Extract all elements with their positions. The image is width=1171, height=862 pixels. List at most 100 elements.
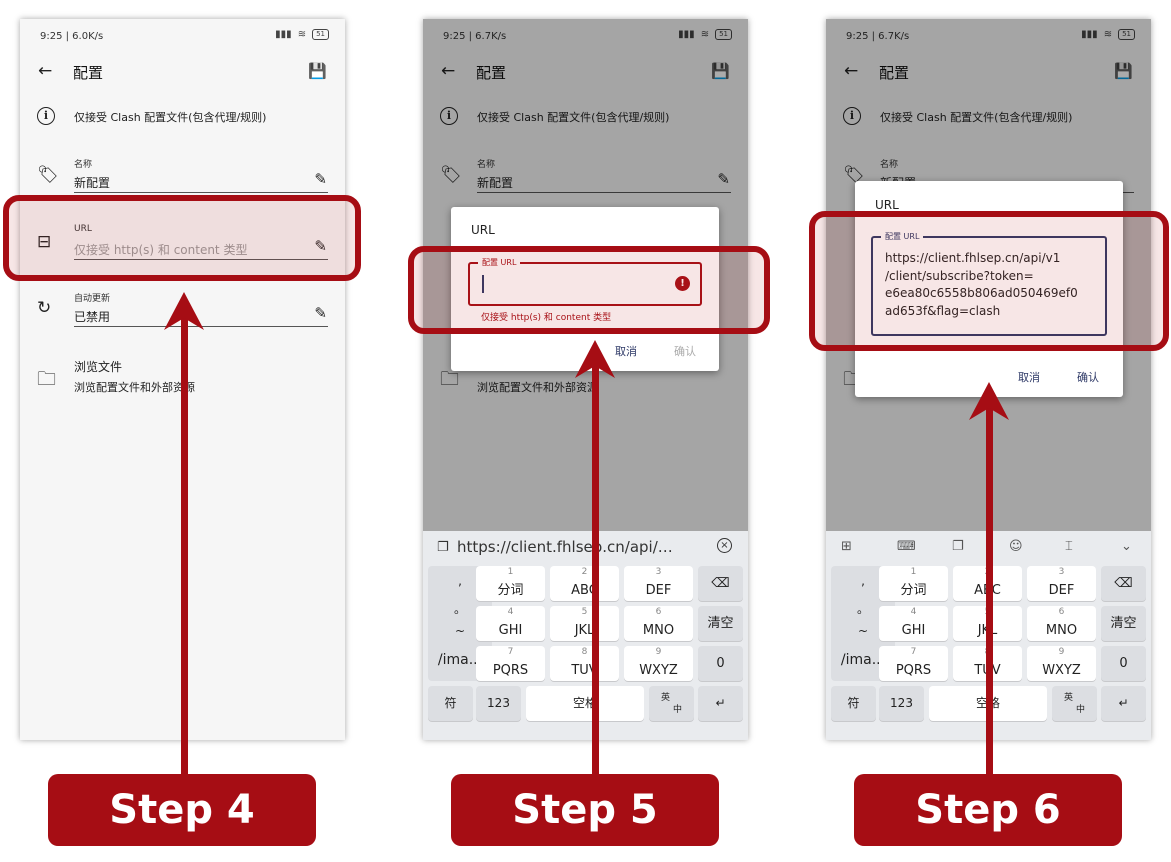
keyboard: ⊞ ⌨ ❐ ☺ ⌶ ⌄ ,。 ~/ima... 1 分词 2 ABC 3 DEF 4 GHI 5 JK… xyxy=(826,531,1151,740)
browse-files-title[interactable]: 浏览文件 xyxy=(74,358,122,375)
lang-switch-key[interactable]: 英中 xyxy=(649,686,694,721)
key-3[interactable]: 3 DEF xyxy=(1027,566,1096,601)
zero-key[interactable]: 0 xyxy=(698,646,743,681)
key-number: 1 xyxy=(910,567,917,577)
key-letters: GHI xyxy=(498,623,523,638)
info-icon: i xyxy=(37,107,55,125)
key-letters: DEF xyxy=(1048,583,1075,598)
key-number: 8 xyxy=(581,647,588,657)
cursor-move-icon[interactable]: ⌶ xyxy=(1065,539,1073,554)
auto-update-field[interactable]: 已禁用 xyxy=(74,308,328,327)
battery-icon: 51 xyxy=(312,29,329,40)
key-letters: MNO xyxy=(1045,623,1078,638)
keyboard-toolbar: ⊞ ⌨ ❐ ☺ ⌶ ⌄ xyxy=(826,531,1151,563)
page-title: 配置 xyxy=(73,64,104,82)
key-6[interactable]: 6 MNO xyxy=(624,606,693,641)
key-5[interactable]: 5 JKL xyxy=(953,606,1022,641)
clipboard-icon[interactable]: ❐ xyxy=(952,539,964,554)
key-number: 4 xyxy=(507,607,514,617)
phone-screen-step6: 9:25 | 6.7K/s ▮▮▮ ≋ 51 ← 配置 💾 i 仅接受 Clas… xyxy=(826,19,1151,740)
num-mode-key[interactable]: 123 xyxy=(879,686,924,721)
key-4[interactable]: 4 GHI xyxy=(476,606,545,641)
key-7[interactable]: 7 PQRS xyxy=(879,646,948,681)
clipboard-text[interactable]: https://client.fhlsep.cn/api/… xyxy=(457,538,673,556)
key-8[interactable]: 8 TUV xyxy=(550,646,619,681)
clear-key[interactable]: 清空 xyxy=(698,606,743,641)
key-1[interactable]: 1 分词 xyxy=(879,566,948,601)
highlight-url-row xyxy=(3,195,361,281)
space-key[interactable]: 空格 xyxy=(526,686,644,721)
clear-key[interactable]: 清空 xyxy=(1101,606,1146,641)
space-key-label: 空格 xyxy=(572,696,597,710)
clipboard-icon: ❐ xyxy=(437,540,449,555)
keyboard: ❐ https://client.fhlsep.cn/api/… × ,。 ~/i… xyxy=(423,531,748,740)
num-mode-key-label: 123 xyxy=(487,696,510,710)
clear-key-label: 清空 xyxy=(1110,616,1137,631)
status-bar-left: 9:25 | 6.0K/s xyxy=(40,31,104,42)
key-number: 9 xyxy=(655,647,662,657)
label-tag-icon: 🏷 xyxy=(37,165,59,185)
num-mode-key-label: 123 xyxy=(890,696,913,710)
confirm-button[interactable]: 确认 xyxy=(1077,369,1099,385)
key-2[interactable]: 2 ABC xyxy=(550,566,619,601)
confirm-button[interactable]: 确认 xyxy=(674,343,696,359)
step-6-label: Step 6 xyxy=(854,774,1122,846)
dialog-title: URL xyxy=(471,223,495,237)
key-letters: WXYZ xyxy=(1042,663,1081,678)
save-icon[interactable]: 💾 xyxy=(308,62,327,80)
symbol-key[interactable]: 符 xyxy=(428,686,473,721)
key-number: 9 xyxy=(1058,647,1065,657)
zero-key[interactable]: 0 xyxy=(1101,646,1146,681)
symbol-key[interactable]: 符 xyxy=(831,686,876,721)
cancel-button[interactable]: 取消 xyxy=(615,343,637,359)
clipboard-bar[interactable]: ❐ https://client.fhlsep.cn/api/… × xyxy=(423,531,748,563)
apps-grid-icon[interactable]: ⊞ xyxy=(841,539,852,554)
step-5-label: Step 5 xyxy=(451,774,719,846)
key-6[interactable]: 6 MNO xyxy=(1027,606,1096,641)
emoji-icon[interactable]: ☺ xyxy=(1009,539,1023,554)
back-arrow-icon[interactable]: ← xyxy=(38,61,52,81)
key-9[interactable]: 9 WXYZ xyxy=(624,646,693,681)
key-letters: 分词 xyxy=(497,583,524,598)
key-9[interactable]: 9 WXYZ xyxy=(1027,646,1096,681)
refresh-clock-icon: ↻ xyxy=(37,298,52,318)
key-letters: PQRS xyxy=(895,663,932,678)
edit-pencil-icon[interactable]: ✎ xyxy=(314,304,327,322)
backspace-key[interactable]: ⌫ xyxy=(1101,566,1146,601)
keyboard-icon[interactable]: ⌨ xyxy=(897,539,916,554)
zero-key-label: 0 xyxy=(1119,656,1128,671)
enter-key[interactable]: ↵ xyxy=(698,686,743,721)
key-letters: GHI xyxy=(901,623,926,638)
key-8[interactable]: 8 TUV xyxy=(953,646,1022,681)
backspace-key[interactable]: ⌫ xyxy=(698,566,743,601)
symbol-key-label: 符 xyxy=(847,696,860,710)
key-number: 4 xyxy=(910,607,917,617)
key-letters: WXYZ xyxy=(639,663,678,678)
key-2[interactable]: 2 ABC xyxy=(953,566,1022,601)
close-icon[interactable]: × xyxy=(717,538,732,553)
backspace-key-label: ⌫ xyxy=(711,576,730,591)
key-number: 2 xyxy=(984,567,991,577)
key-5[interactable]: 5 JKL xyxy=(550,606,619,641)
space-key[interactable]: 空格 xyxy=(929,686,1047,721)
key-letters: TUV xyxy=(571,663,598,678)
lang-switch-key[interactable]: 英中 xyxy=(1052,686,1097,721)
key-7[interactable]: 7 PQRS xyxy=(476,646,545,681)
key-3[interactable]: 3 DEF xyxy=(624,566,693,601)
key-number: 3 xyxy=(655,567,662,577)
cancel-button[interactable]: 取消 xyxy=(1018,369,1040,385)
enter-key-label: ↵ xyxy=(1118,696,1129,710)
key-1[interactable]: 1 分词 xyxy=(476,566,545,601)
highlight-url-value xyxy=(809,211,1169,351)
browse-files-subtitle: 浏览配置文件和外部资源 xyxy=(74,381,195,394)
enter-key[interactable]: ↵ xyxy=(1101,686,1146,721)
info-text: 仅接受 Clash 配置文件(包含代理/规则) xyxy=(74,111,267,124)
zero-key-label: 0 xyxy=(716,656,725,671)
lang-zh: 中 xyxy=(1076,705,1086,715)
chevron-down-icon[interactable]: ⌄ xyxy=(1121,539,1132,554)
phone-screen-step5: 9:25 | 6.7K/s ▮▮▮ ≋ 51 ← 配置 💾 i 仅接受 Clas… xyxy=(423,19,748,740)
name-field[interactable]: 新配置 xyxy=(74,174,328,193)
num-mode-key[interactable]: 123 xyxy=(476,686,521,721)
key-4[interactable]: 4 GHI xyxy=(879,606,948,641)
edit-pencil-icon[interactable]: ✎ xyxy=(314,170,327,188)
